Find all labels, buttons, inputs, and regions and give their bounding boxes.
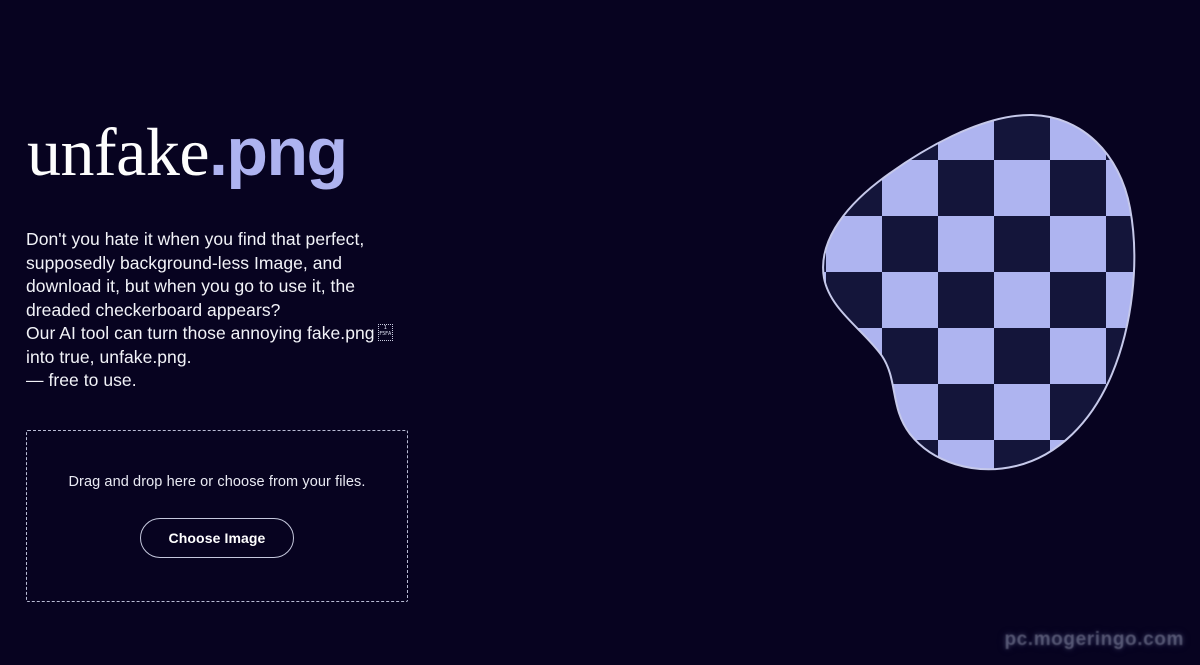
blurb-line-5-text: Our AI tool can turn those annoying fake…	[26, 323, 375, 343]
blob-svg	[822, 113, 1136, 471]
missing-glyph-bottom: F5FA	[379, 331, 391, 337]
blurb-line-2: supposedly background-less Image, and	[26, 252, 343, 273]
blurb-line-5: Our AI tool can turn those annoying fake…	[26, 322, 446, 346]
hero-left-column: unfake.png Don't you hate it when you fi…	[26, 118, 446, 393]
blurb-line-6: into true, unfake.png.	[26, 346, 192, 367]
blurb-line-3: download it, but when you go to use it, …	[26, 276, 356, 296]
intro-paragraph: Don't you hate it when you find that per…	[26, 228, 446, 393]
logo-extension: .png	[209, 114, 348, 190]
blurb-line-7: — free to use.	[26, 370, 137, 390]
file-dropzone[interactable]: Drag and drop here or choose from your f…	[26, 430, 408, 602]
logo-word: unfake	[27, 114, 210, 190]
choose-image-button[interactable]: Choose Image	[139, 518, 295, 558]
site-watermark: pc.mogeringo.com	[1004, 629, 1184, 650]
dropzone-hint-text: Drag and drop here or choose from your f…	[68, 474, 366, 490]
blurb-line-1: Don't you hate it when you find that per…	[26, 229, 365, 249]
checkerboard-blob-illustration	[820, 112, 1150, 478]
blurb-line-4: dreaded checkerboard appears?	[26, 299, 281, 320]
missing-glyph-icon: 1 F5FA	[377, 324, 393, 341]
blob-checker-fill	[823, 114, 1135, 470]
page-root: unfake.png Don't you hate it when you fi…	[0, 0, 1200, 665]
page-title: unfake.png	[26, 118, 446, 186]
